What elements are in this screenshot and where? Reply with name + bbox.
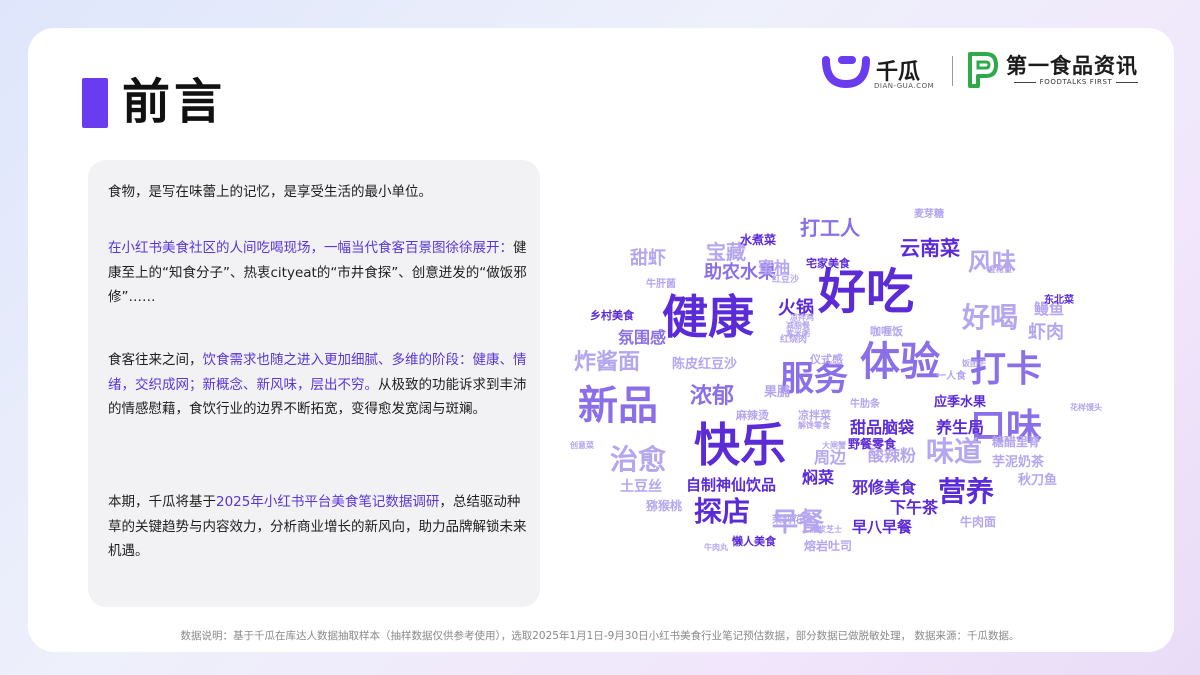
foodtalks-logo: 第一食品资讯 FOODTALKS FIRST <box>962 48 1152 94</box>
cloud-word: 焖菜 <box>802 468 835 487</box>
data-source-footnote: 数据说明：基于千瓜在库达人数据抽取样本（抽样数据仅供参考使用），选取2025年1… <box>180 630 1020 642</box>
cloud-word: 懒人美食 <box>732 535 776 548</box>
cloud-word: 花样馒头 <box>1070 403 1102 412</box>
cloud-word: 下午茶 <box>890 498 939 517</box>
cloud-word: 麻辣烫 <box>736 409 769 422</box>
cloud-word: 紫米粥 <box>786 329 810 338</box>
cloud-word: 野餐零食 <box>848 437 897 451</box>
cloud-word: 虾肉 <box>1028 322 1064 343</box>
cloud-word: 熔岩吐司 <box>804 539 853 553</box>
cloud-word: 周边 <box>814 448 847 467</box>
cloud-word: 牛肉面 <box>960 515 997 529</box>
intro-p2-highlight: 在小红书美食社区的人间吃喝现场，一幅当代食客百景图徐徐展开： <box>108 240 513 256</box>
cloud-word: 邪修美食 <box>852 478 917 497</box>
cloud-word: 自制神仙饮品 <box>686 476 777 494</box>
cloud-word: 红豆沙 <box>772 275 800 285</box>
cloud-word: 云南菜 <box>900 236 960 260</box>
cloud-word: 蜜柚 <box>758 258 791 277</box>
cloud-word: 治愈 <box>610 443 667 476</box>
cloud-word: 甜品脑袋 <box>850 418 915 437</box>
cloud-word: 饭团子 <box>962 359 986 368</box>
cloud-word: 土豆丝 <box>620 479 662 495</box>
cloud-word: 炸酱面 <box>574 350 641 375</box>
cloud-word: 芋泥奶茶 <box>992 455 1045 470</box>
cloud-word: 健康 <box>662 290 754 344</box>
cloud-word: 甜虾 <box>630 248 666 269</box>
cloud-word: 服务 <box>780 359 848 399</box>
cloud-word: 爆浆芝士 <box>810 525 842 534</box>
intro-paragraph-3: 食客往来之间，饮食需求也随之进入更加细腻、多维的阶段：健康、情绪，交织成网；新概… <box>108 348 528 422</box>
cloud-word: 营养 <box>938 475 995 508</box>
cloud-word: 一人食 <box>936 371 966 382</box>
cloud-word: 浓郁 <box>690 384 735 409</box>
logo-divider <box>952 56 953 86</box>
cloud-word: 金枪鱼 <box>988 265 1012 274</box>
foodtalks-logo-text: 第一食品资讯 <box>1006 54 1138 78</box>
cloud-word: 味道 <box>926 435 983 468</box>
cloud-word: 凉拌鸡 <box>790 313 814 322</box>
cloud-word: 牛肉丸 <box>704 543 728 552</box>
cloud-word: 打工人 <box>800 216 860 240</box>
page-title: 前言 <box>122 74 227 130</box>
cloud-word: 麦芽糖 <box>914 209 944 220</box>
keyword-word-cloud: 好吃 健康 快乐 体验 新品 服务 打卡 口味 好喝 风味 治愈 探店 营养 味道 早餐 炸酱面 浓郁 打工人 宝藏… <box>570 209 1110 570</box>
intro-p4-highlight: 2025年小红书平台美食笔记数据调研 <box>216 494 440 510</box>
cloud-word: 乡村美食 <box>590 309 634 322</box>
cloud-word: 东北菜 <box>1044 295 1074 306</box>
cloud-word: 牛肋条 <box>850 399 880 410</box>
cloud-word: 快乐 <box>694 418 786 472</box>
cloud-word: 好喝 <box>962 301 1019 334</box>
cloud-word: 好吃 <box>818 264 915 320</box>
intro-p1-text: 食物，是写在味蕾上的记忆，是享受生活的最小单位。 <box>108 184 432 200</box>
cloud-word: 宅家美食 <box>806 257 850 270</box>
cloud-word: 秋刀鱼 <box>1018 473 1058 488</box>
cloud-word: 陈皮红豆沙 <box>672 357 738 372</box>
intro-paragraph-2: 在小红书美食社区的人间吃喝现场，一幅当代食客百景图徐徐展开：健康至上的“知食分子… <box>108 236 528 310</box>
cloud-word: 氛围感 <box>618 328 667 347</box>
cloud-word: 凉拌菜 <box>798 409 831 422</box>
intro-paragraph-4: 本期，千瓜将基于2025年小红书平台美食笔记数据调研，总结驱动种草的关键趋势与内… <box>108 490 528 564</box>
cloud-word: 探店 <box>694 495 751 528</box>
cloud-word: 猕猴桃 <box>646 499 683 513</box>
qiangua-logo-sub: DIAN-GUA.COM <box>874 82 935 90</box>
cloud-word: 打卡 <box>970 349 1043 390</box>
title-accent-bar <box>82 78 108 128</box>
qiangua-mark-icon <box>822 56 870 88</box>
intro-paragraph-1: 食物，是写在味蕾上的记忆，是享受生活的最小单位。 <box>108 180 528 205</box>
cloud-word: 仪式感 <box>810 353 843 366</box>
cloud-word: 应季水果 <box>934 395 987 410</box>
intro-p4-lead: 本期，千瓜将基于 <box>108 494 216 510</box>
cloud-word: 糖醋里脊 <box>992 435 1041 449</box>
cloud-word: 养生局 <box>936 418 985 437</box>
cloud-word: 新品 <box>578 383 658 429</box>
cloud-word: 牛肝菌 <box>646 279 676 290</box>
foodtalks-mark-icon <box>968 52 998 88</box>
cloud-word: 解馋零食 <box>798 421 830 430</box>
cloud-word: 早八早餐 <box>852 518 913 536</box>
cloud-word: 咖喱饭 <box>870 325 903 338</box>
cloud-word: 体验 <box>860 339 940 385</box>
cloud-word: 大闸蟹 <box>822 441 846 450</box>
intro-p3-lead: 食客往来之间， <box>108 352 203 368</box>
cloud-word: 茉莉花茶 <box>772 515 812 526</box>
cloud-word: 水煮菜 <box>740 233 777 247</box>
cloud-word: 果脯 <box>764 385 791 400</box>
qiangua-logo: 千瓜 DIAN-GUA.COM <box>818 50 948 94</box>
cloud-word: 创意菜 <box>570 441 594 450</box>
foodtalks-logo-sub: FOODTALKS FIRST <box>1006 78 1146 86</box>
